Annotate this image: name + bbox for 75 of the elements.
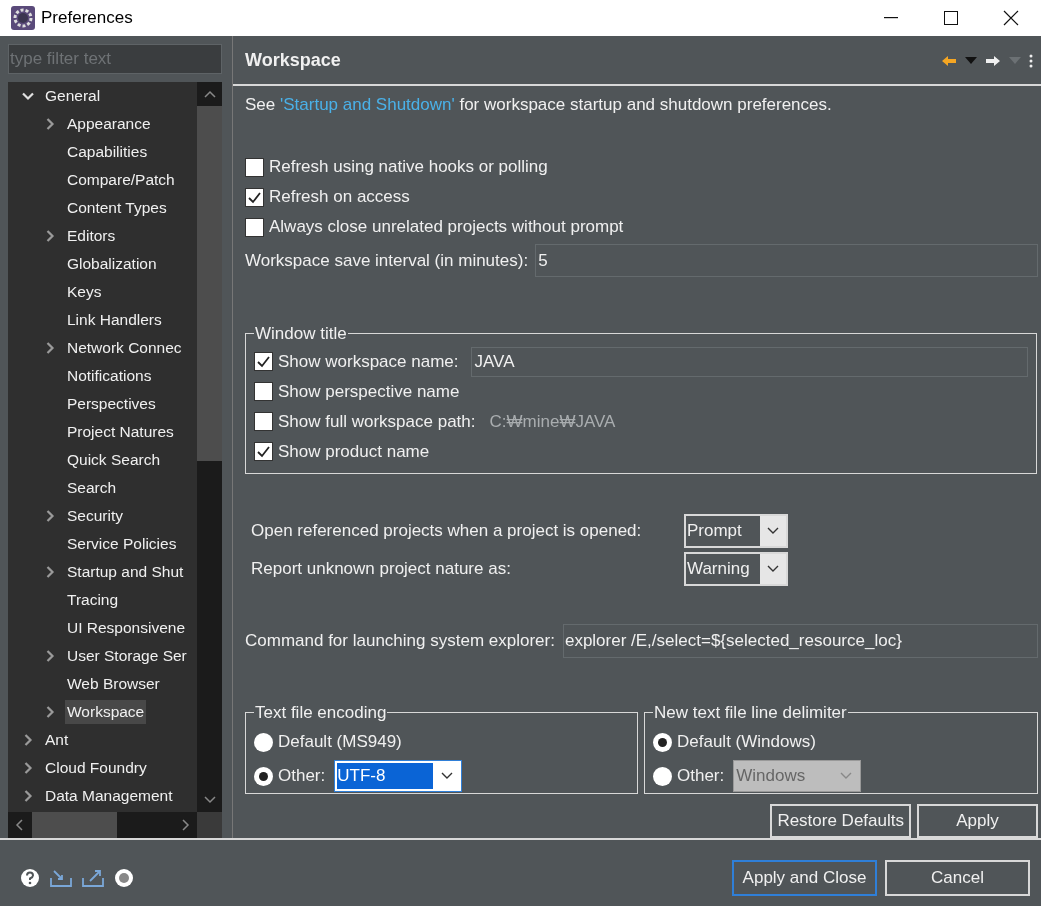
chevron-right-icon[interactable] — [44, 650, 56, 662]
checkbox[interactable] — [245, 217, 264, 237]
group-title: Text file encoding — [254, 701, 388, 724]
checkbox-label: Refresh on access — [269, 186, 410, 209]
save-interval-label: Workspace save interval (in minutes): — [245, 249, 529, 272]
page-title: Workspace — [245, 49, 341, 72]
radio-button[interactable] — [653, 766, 672, 786]
dropdown-caret-icon — [441, 772, 454, 780]
help-icon[interactable] — [20, 868, 40, 888]
dropdown-caret-icon[interactable] — [965, 57, 977, 64]
chevron-right-icon[interactable] — [44, 230, 56, 242]
maximize-icon[interactable] — [944, 11, 958, 25]
scroll-thumb[interactable] — [197, 106, 222, 461]
chevron-right-icon[interactable] — [44, 342, 56, 354]
gear-icon — [11, 6, 35, 30]
scrollbar-corner — [197, 812, 222, 838]
workspace-path-text: C:₩mine₩JAVA — [489, 410, 616, 433]
chevron-right-icon[interactable] — [44, 566, 56, 578]
radio-button[interactable] — [254, 732, 273, 752]
intro-text: See 'Startup and Shutdown' for workspace startup and shutdown preferences. — [245, 94, 833, 116]
checkbox[interactable] — [254, 412, 273, 431]
dropdown-caret-icon — [767, 564, 779, 573]
workspace-name-field[interactable]: JAVA — [471, 346, 1028, 377]
save-interval-field[interactable]: 5 — [535, 244, 1038, 277]
chevron-down-icon[interactable] — [22, 90, 34, 102]
checkbox-label: Always close unrelated projects without prompt — [269, 216, 624, 239]
minimize-icon[interactable] — [884, 17, 898, 19]
select-label: Report unknown project nature as: — [251, 557, 512, 580]
radio-button[interactable] — [254, 766, 273, 786]
radio-label: Default (Windows) — [677, 731, 816, 754]
chevron-right-icon[interactable] — [44, 706, 56, 718]
restore-defaults-button[interactable]: Restore Defaults — [770, 803, 911, 838]
radio-label: Other: — [278, 765, 326, 788]
apply-and-close-button[interactable]: Apply and Close — [732, 860, 877, 896]
more-options-icon[interactable] — [1029, 53, 1033, 68]
radio-label: Default (MS949) — [278, 731, 402, 754]
tree-item[interactable]: Workspace — [65, 700, 147, 724]
checkbox-label: Refresh using native hooks or polling — [269, 156, 548, 179]
back-arrow-icon[interactable] — [941, 54, 957, 67]
window-title: Preferences — [41, 7, 133, 30]
record-icon[interactable] — [114, 868, 134, 888]
explorer-command-field[interactable]: explorer /E,/select=${selected_resource_loc} — [562, 623, 1038, 658]
chevron-right-icon[interactable] — [22, 790, 34, 802]
radio-label: Other: — [677, 765, 725, 788]
group-title: Window title — [254, 323, 348, 345]
cancel-button[interactable]: Cancel — [885, 860, 1030, 896]
checkbox[interactable] — [254, 382, 273, 401]
checkbox-label: Show full workspace path: — [278, 410, 476, 433]
close-icon[interactable] — [1003, 10, 1019, 26]
chevron-right-icon[interactable] — [22, 762, 34, 774]
checkbox[interactable] — [254, 442, 273, 461]
checkbox[interactable] — [254, 352, 273, 371]
chevron-right-icon[interactable] — [44, 118, 56, 130]
radio-button[interactable] — [653, 732, 672, 752]
checkbox-label: Show perspective name — [278, 380, 460, 403]
group-title: New text file line delimiter — [653, 701, 848, 724]
encoding-dropdown[interactable]: UTF-8 — [334, 760, 463, 792]
checkbox[interactable] — [245, 157, 264, 177]
checkbox-label: Show product name — [278, 440, 430, 463]
forward-arrow-icon[interactable] — [985, 54, 1001, 67]
import-icon[interactable] — [50, 869, 72, 887]
chevron-right-icon[interactable] — [22, 734, 34, 746]
dropdown[interactable]: Prompt — [684, 513, 788, 548]
checkbox-label: Show workspace name: — [278, 350, 459, 373]
checkbox[interactable] — [245, 187, 264, 207]
vertical-scrollbar[interactable] — [197, 82, 222, 812]
scroll-thumb[interactable] — [32, 812, 117, 838]
export-icon[interactable] — [82, 869, 104, 887]
apply-button[interactable]: Apply — [917, 803, 1038, 838]
explorer-label: Command for launching system explorer: — [245, 629, 555, 652]
dropdown-caret-icon — [840, 772, 853, 780]
dropdown[interactable]: Warning — [684, 551, 788, 586]
dropdown-caret-icon — [767, 526, 779, 535]
select-label: Open referenced projects when a project is opened: — [251, 519, 643, 542]
chevron-right-icon[interactable] — [44, 510, 56, 522]
